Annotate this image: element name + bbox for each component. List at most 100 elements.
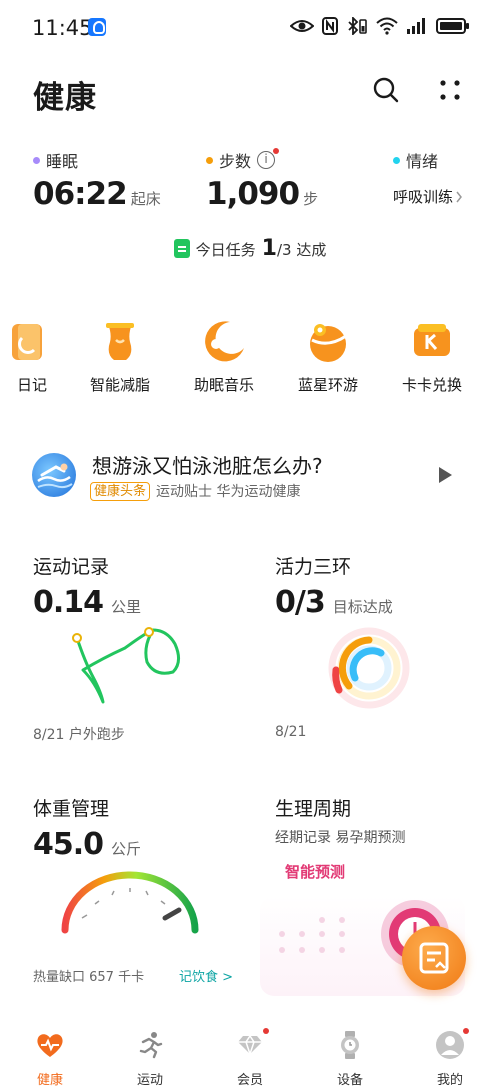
status-time: 11:45 <box>32 16 93 40</box>
weight-gauge-icon <box>61 871 199 934</box>
mood-label: 情绪 <box>406 152 439 171</box>
sleep-value-row: 06:22 起床 <box>33 176 161 212</box>
sleep-dot-icon <box>33 156 40 164</box>
distance-value: 0.14 <box>33 585 104 620</box>
mood-metric[interactable]: 情绪 呼吸训练 <box>393 148 463 207</box>
heart-icon <box>35 1030 65 1060</box>
more-dots-icon <box>440 80 460 100</box>
status-bar: 11:45 <box>0 0 500 58</box>
shortcut-blue-planet[interactable]: 蓝星环游 <box>280 318 376 395</box>
exercise-record-card[interactable]: 运动记录 0.14 公里 8/21 户外跑步 <box>33 552 263 752</box>
route-map-icon <box>72 627 180 704</box>
shortcut-label: 智能减脂 <box>89 376 150 394</box>
nav-label: 我的 <box>436 1073 463 1088</box>
page-title: 健康 <box>33 80 97 116</box>
banner-subtitle-row: 健康头条 运动贴士 华为运动健康 <box>90 481 300 501</box>
log-diet-link[interactable]: 记饮食 > <box>179 966 263 985</box>
sleep-label: 睡眠 <box>46 152 79 171</box>
nav-label: 设备 <box>336 1073 363 1088</box>
card-exchange-icon <box>408 318 456 366</box>
weight-footer-row: 热量缺口 657 千卡 记饮食 > <box>33 966 263 985</box>
swimming-thumbnail-icon <box>32 453 76 497</box>
mood-dot-icon <box>393 156 400 164</box>
notification-dot <box>273 148 280 154</box>
shortcut-card-exchange[interactable]: 卡卡兑换 <box>384 318 480 395</box>
card-value-row: 0/3 目标达成 <box>275 585 500 620</box>
shortcut-diary[interactable]: 日记 <box>0 318 80 395</box>
nfc-icon <box>322 17 338 35</box>
runner-icon <box>135 1030 165 1060</box>
battery-icon <box>436 18 469 34</box>
activity-rings-card[interactable]: 活力三环 0/3 目标达成 8/21 <box>275 552 500 752</box>
shortcut-label: 蓝星环游 <box>297 376 358 394</box>
shortcut-fat-loss[interactable]: 智能减脂 <box>72 318 168 395</box>
task-total: /3 达成 <box>276 241 327 259</box>
record-fab-button[interactable] <box>402 926 466 990</box>
notepad-icon <box>419 942 449 974</box>
sleep-music-icon <box>200 318 248 366</box>
nav-profile[interactable]: 我的 <box>415 1028 485 1088</box>
nav-exercise[interactable]: 运动 <box>115 1030 185 1088</box>
signal-icon <box>407 18 425 34</box>
search-button[interactable] <box>370 74 402 106</box>
smart-prediction-link[interactable]: 智能预测 <box>285 861 470 882</box>
card-footer: 8/21 <box>275 724 307 740</box>
weight-management-card[interactable]: 体重管理 45.0 公斤 热量缺口 657 千卡 记饮食 > <box>33 794 263 994</box>
rings-value: 0/3 <box>275 585 326 620</box>
play-icon[interactable] <box>439 467 452 483</box>
search-icon <box>373 77 399 103</box>
nav-label: 会员 <box>236 1073 263 1088</box>
profile-icon <box>435 1028 469 1060</box>
info-icon[interactable]: i <box>257 148 280 169</box>
task-done-count: 1 <box>261 236 277 261</box>
steps-metric[interactable]: 步数 i 1,090 步 <box>206 148 318 212</box>
header: 健康 <box>0 70 500 116</box>
calorie-gap: 热量缺口 657 千卡 <box>33 970 145 985</box>
nav-label: 运动 <box>136 1073 163 1088</box>
bottom-navigation: 健康 运动 会员 设备 我的 <box>0 1028 500 1089</box>
steps-label-row: 步数 i <box>206 148 318 172</box>
activity-rings-icon <box>328 627 410 709</box>
mood-label-row: 情绪 <box>393 148 463 172</box>
more-button[interactable] <box>434 74 466 106</box>
sleep-value: 06:22 <box>33 176 128 212</box>
steps-dot-icon <box>206 156 213 164</box>
rings-unit: 目标达成 <box>332 598 393 616</box>
shortcut-label: 日记 <box>16 376 47 394</box>
card-title: 生理周期 <box>275 798 352 820</box>
metrics-row: 睡眠 06:22 起床 步数 i 1,090 步 情绪 呼吸训练 <box>0 148 500 218</box>
wifi-icon <box>376 17 398 35</box>
sleep-label-row: 睡眠 <box>33 148 161 172</box>
steps-label: 步数 <box>219 152 252 171</box>
nav-membership[interactable]: 会员 <box>215 1028 285 1088</box>
eye-icon <box>290 20 314 32</box>
steps-unit: 步 <box>303 190 319 208</box>
daily-task[interactable]: 今日任务 1/3 达成 <box>0 236 500 261</box>
chevron-right-icon <box>456 191 462 202</box>
status-icons <box>290 17 470 35</box>
bluetooth-battery-icon <box>348 17 367 35</box>
weight-unit: 公斤 <box>111 840 142 858</box>
card-footer: 8/21 户外跑步 <box>33 727 125 743</box>
sleep-metric[interactable]: 睡眠 06:22 起床 <box>33 148 161 212</box>
diary-icon <box>8 318 56 366</box>
card-value-row: 45.0 公斤 <box>33 827 263 862</box>
nav-devices[interactable]: 设备 <box>315 1030 385 1088</box>
nav-label: 健康 <box>36 1073 63 1088</box>
health-headline-banner[interactable]: 想游泳又怕泳池脏怎么办? 健康头条 运动贴士 华为运动健康 <box>30 448 470 504</box>
weight-value: 45.0 <box>33 827 104 862</box>
breathing-training-link[interactable]: 呼吸训练 <box>393 186 463 207</box>
banner-title: 想游泳又怕泳池脏怎么办? <box>92 454 323 478</box>
banner-subtitle: 运动贴士 华为运动健康 <box>156 484 301 500</box>
notification-dot <box>263 1028 269 1034</box>
distance-unit: 公里 <box>111 598 142 616</box>
shortcut-sleep-music[interactable]: 助眠音乐 <box>176 318 272 395</box>
diamond-icon <box>235 1028 269 1060</box>
nav-health[interactable]: 健康 <box>15 1030 85 1088</box>
shortcut-label: 卡卡兑换 <box>401 376 462 394</box>
shortcut-label: 助眠音乐 <box>193 376 254 394</box>
shortcut-row: 日记 智能减脂 助眠音乐 蓝星环游 卡卡兑换 <box>0 318 500 398</box>
steps-value: 1,090 <box>206 176 300 212</box>
steps-value-row: 1,090 步 <box>206 176 318 212</box>
fat-loss-icon <box>96 318 144 366</box>
